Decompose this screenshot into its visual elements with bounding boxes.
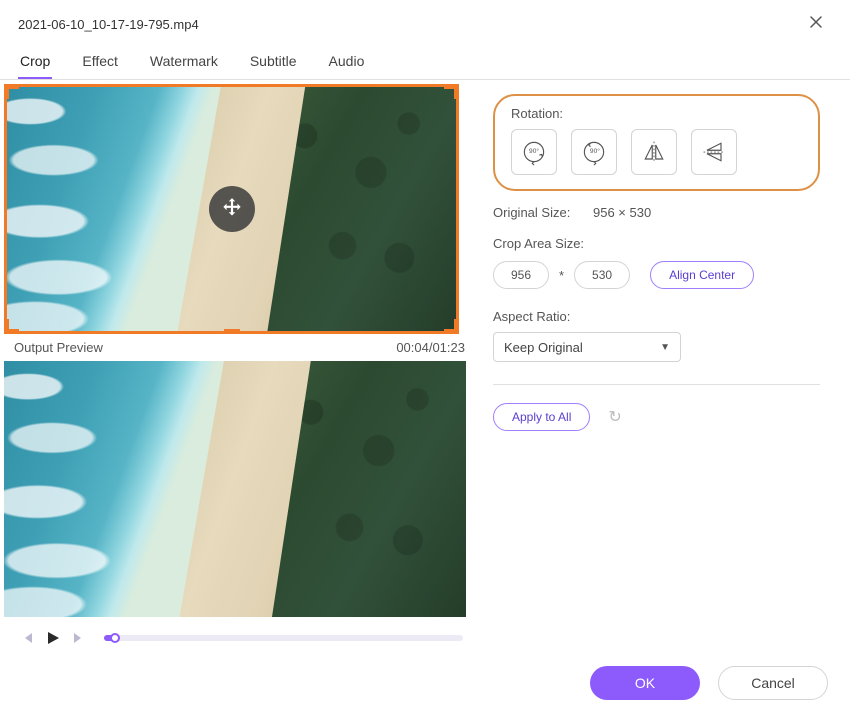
divider: [493, 384, 820, 385]
tab-audio[interactable]: Audio: [327, 45, 367, 79]
rotate-ccw-90-icon[interactable]: 90°: [571, 129, 617, 175]
tab-bar: Crop Effect Watermark Subtitle Audio: [0, 45, 850, 80]
svg-text:90°: 90°: [529, 147, 539, 155]
time-display: 00:04/01:23: [396, 340, 465, 355]
transport-bar: [4, 617, 475, 649]
aspect-ratio-select[interactable]: Keep Original ▼: [493, 332, 681, 362]
move-handle-icon[interactable]: [209, 186, 255, 232]
close-icon[interactable]: [800, 10, 832, 39]
output-label: Output Preview: [14, 340, 103, 355]
rotation-group: Rotation: 90° 90°: [493, 94, 820, 191]
editor-dialog: 2021-06-10_10-17-19-795.mp4 Crop Effect …: [0, 0, 850, 716]
timeline-slider[interactable]: [104, 635, 463, 641]
ok-button[interactable]: OK: [590, 666, 700, 700]
flip-horizontal-icon[interactable]: [631, 129, 677, 175]
crop-handle[interactable]: [224, 329, 240, 334]
crop-handle[interactable]: [444, 85, 458, 89]
tab-watermark[interactable]: Watermark: [148, 45, 220, 79]
refresh-icon[interactable]: ↻: [608, 407, 621, 427]
cancel-button[interactable]: Cancel: [718, 666, 828, 700]
crop-size-label: Crop Area Size:: [493, 236, 820, 251]
play-icon[interactable]: [42, 627, 64, 649]
crop-handle[interactable]: [5, 85, 19, 89]
prev-frame-icon[interactable]: [16, 627, 38, 649]
original-size-label: Original Size:: [493, 205, 583, 220]
next-frame-icon[interactable]: [68, 627, 90, 649]
crop-height-input[interactable]: [574, 261, 630, 289]
aspect-ratio-value: Keep Original: [504, 340, 583, 355]
crop-sep: *: [559, 268, 564, 283]
flip-vertical-icon[interactable]: [691, 129, 737, 175]
crop-handle[interactable]: [444, 329, 458, 333]
tab-effect[interactable]: Effect: [80, 45, 120, 79]
tab-subtitle[interactable]: Subtitle: [248, 45, 299, 79]
output-preview: [4, 361, 466, 617]
crop-preview[interactable]: [4, 84, 459, 334]
crop-handle[interactable]: [5, 329, 19, 333]
align-center-button[interactable]: Align Center: [650, 261, 754, 289]
svg-text:90°: 90°: [590, 147, 600, 155]
aspect-label: Aspect Ratio:: [493, 309, 820, 324]
chevron-down-icon: ▼: [660, 342, 670, 353]
rotate-cw-90-icon[interactable]: 90°: [511, 129, 557, 175]
crop-width-input[interactable]: [493, 261, 549, 289]
apply-to-all-button[interactable]: Apply to All: [493, 403, 590, 431]
rotation-label: Rotation:: [511, 106, 802, 121]
original-size-value: 956 × 530: [593, 205, 651, 220]
window-title: 2021-06-10_10-17-19-795.mp4: [18, 17, 199, 32]
tab-crop[interactable]: Crop: [18, 45, 52, 79]
